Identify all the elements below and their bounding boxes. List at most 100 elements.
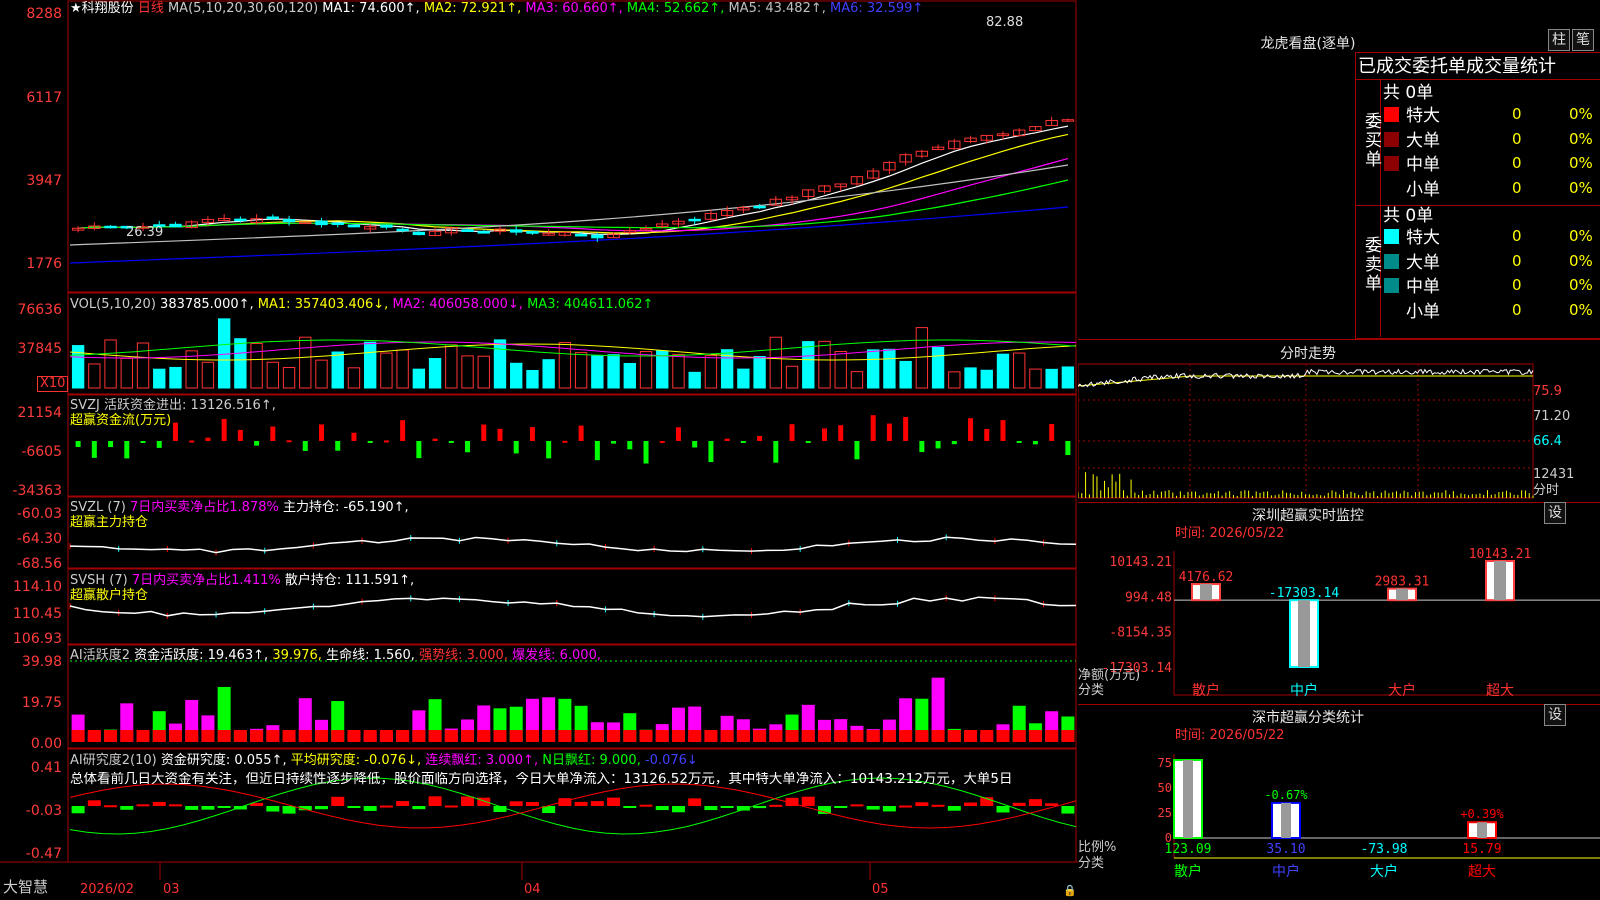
- star-icon[interactable]: ★: [70, 1, 82, 16]
- sell-row: 小单 0 0%: [1381, 300, 1600, 322]
- dragon-tabs[interactable]: 已成交委托单成交量统计: [1358, 56, 1556, 78]
- volume-bar: [558, 342, 572, 389]
- fund-flow-bar: [562, 440, 568, 443]
- ai2-title: AI研究度2(10): [70, 753, 157, 768]
- stat-category-label: 超大: [1468, 864, 1496, 880]
- activity-base-bar: [720, 730, 734, 742]
- period-label[interactable]: 日线: [138, 1, 164, 16]
- volume-bar: [217, 318, 231, 389]
- svzl-axis-1: -60.03: [16, 506, 62, 522]
- activity-base-bar: [331, 730, 345, 742]
- research-bar: [428, 796, 442, 806]
- ai-activity2: 39.976,: [272, 648, 322, 663]
- ai-header: AI活跃度2 资金活跃度: 19.463↑, 39.976, 生命线: 1.56…: [70, 648, 601, 663]
- activity-base-bar: [607, 730, 621, 742]
- volume-bar: [1061, 366, 1075, 389]
- volume-bar: [234, 338, 247, 389]
- research-bar: [282, 806, 296, 814]
- activity-base-bar: [298, 730, 312, 742]
- vol-axis-2: 37845: [17, 341, 62, 357]
- ai2-n-red: N日飘红: 9.000,: [542, 753, 641, 768]
- ai-life-line: 生命线: 1.560,: [326, 648, 415, 663]
- research-bar: [152, 801, 166, 806]
- svzl-subtitle: 超赢主力持仓: [70, 515, 149, 530]
- monitor-axis-label: 10143.21: [1109, 555, 1172, 570]
- svzj-header: SVZJ 活跃资金进出: 13126.516↑,: [70, 398, 276, 413]
- intraday-chart[interactable]: [1078, 358, 1600, 508]
- research-bar: [623, 806, 637, 808]
- activity-base-bar: [1012, 730, 1026, 742]
- volume-bar: [88, 363, 101, 389]
- volume-bar: [899, 360, 912, 389]
- candle-body: [461, 229, 474, 232]
- tick-mode-button[interactable]: 笔: [1572, 29, 1594, 51]
- intraday-axis-5: 分时: [1533, 483, 1560, 498]
- stat-xlabel: 分类: [1078, 856, 1105, 871]
- fund-flow-bar: [302, 441, 308, 451]
- sell-row-percent: 0%: [1569, 300, 1593, 319]
- monitor-settings-button[interactable]: 设: [1544, 502, 1566, 524]
- svsh-title: SVSH (7): [70, 573, 128, 588]
- activity-base-bar: [834, 730, 848, 742]
- svsh-header: SVSH (7) 7日内买卖净占比1.411% 散户持仓: 111.591↑,: [70, 573, 414, 588]
- stat-axis-label: 75: [1158, 756, 1172, 770]
- sell-row-count: 0: [1512, 227, 1522, 245]
- candle-body: [104, 225, 117, 229]
- svsh-ratio: 7日内买卖净占比1.411%: [131, 573, 281, 588]
- buy-row-count: 0: [1512, 154, 1522, 172]
- lock-icon[interactable]: 🔒: [1063, 884, 1077, 897]
- main-chart-area[interactable]: ★科翔股份 日线 MA(5,10,20,30,60,120) MA1: 74.6…: [0, 0, 1078, 900]
- ai2-header: AI研究度2(10) 资金研究度: 0.055↑, 平均研究度: -0.076↓…: [70, 753, 698, 768]
- svsh-axis-3: 106.93: [13, 631, 62, 647]
- svzj-axis-1: 21154: [17, 405, 62, 421]
- buy-row-count: 0: [1512, 129, 1522, 148]
- activity-base-bar: [964, 730, 978, 742]
- stat-category-label: 中户: [1272, 863, 1300, 880]
- vol-ma2: MA2: 406058.000↓,: [392, 297, 523, 312]
- volume-bar: [120, 357, 133, 389]
- monitor-value-label: -17303.14: [1269, 586, 1340, 601]
- volume-bar: [980, 369, 993, 389]
- fund-flow-bar: [805, 441, 811, 443]
- activity-base-bar: [396, 730, 410, 742]
- activity-base-bar: [1061, 730, 1075, 742]
- volume-bar: [931, 346, 945, 389]
- ma5-value: MA5: 43.482↑,: [728, 1, 826, 16]
- research-bar: [363, 806, 377, 811]
- svzj-subtitle: 超赢资金流(万元): [70, 413, 172, 428]
- candle-body: [347, 224, 361, 228]
- main-position-line: [69, 536, 1077, 554]
- activity-base-bar: [217, 730, 231, 742]
- fund-flow-bar: [1065, 441, 1071, 455]
- research-bar: [217, 806, 231, 808]
- activity-base-bar: [915, 730, 929, 742]
- intraday-axis-4: 12431: [1533, 467, 1575, 482]
- intraday-price-line: [1078, 368, 1534, 388]
- stat-axis-label: 25: [1158, 806, 1172, 820]
- stat-settings-button[interactable]: 设: [1544, 704, 1566, 726]
- bar-mode-button[interactable]: 柱: [1548, 29, 1570, 51]
- sell-row-name: 中单: [1406, 277, 1440, 297]
- monitor-ylabel: 净额(万元): [1078, 668, 1141, 683]
- volume-bar: [153, 368, 166, 389]
- research-bar: [899, 805, 913, 808]
- monitor-chart[interactable]: 10143.21 994.48 -8154.35 -17303.14 4176.62 散户…: [1078, 545, 1600, 705]
- stat-chart[interactable]: 7550250123.09散户-0.67%35.10中户-73.98大户+0.3…: [1078, 748, 1600, 898]
- fund-flow-bar: [140, 441, 146, 443]
- candle-body: [412, 231, 426, 236]
- fund-flow-bar: [708, 441, 714, 463]
- activity-base-bar: [379, 730, 393, 742]
- activity-base-bar: [558, 730, 572, 742]
- monitor-bar-shade: [1494, 561, 1506, 601]
- price-axis-3: 3947: [26, 173, 62, 189]
- fund-flow-bar: [773, 441, 779, 463]
- research-bar: [915, 802, 929, 806]
- research-bar: [396, 801, 410, 806]
- activity-base-bar: [477, 730, 491, 742]
- buy-row-percent: 0%: [1569, 178, 1593, 197]
- date-label-04: 04: [524, 882, 541, 897]
- fund-flow-bar: [1032, 441, 1038, 445]
- fund-flow-bar: [513, 441, 519, 454]
- vol-unit-badge[interactable]: X10: [37, 376, 69, 392]
- research-bar: [590, 801, 604, 806]
